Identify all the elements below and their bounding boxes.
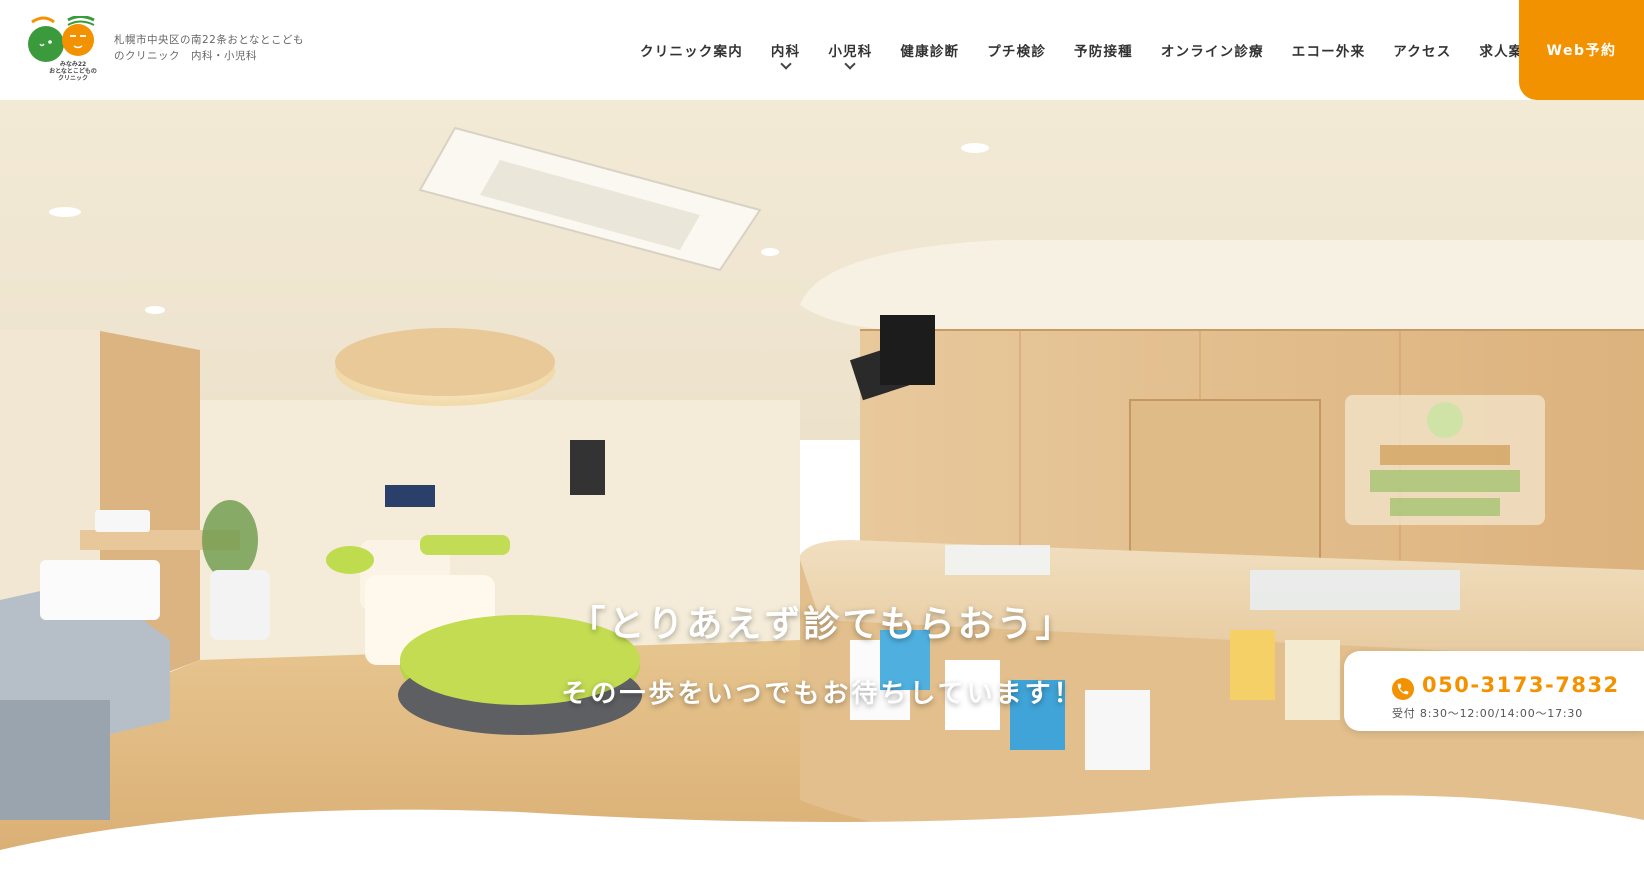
nav-label: 健康診断 xyxy=(900,44,960,60)
logo-caption: みなみ22 おとなとこどもの クリニック xyxy=(46,61,100,82)
nav-label: エコー外来 xyxy=(1291,44,1366,60)
nav-label: プチ検診 xyxy=(987,44,1047,60)
logo-caption-line: みなみ22 xyxy=(59,61,87,68)
nav-pediatrics[interactable]: 小児科 xyxy=(828,40,873,70)
nav-label: クリニック案内 xyxy=(640,44,743,60)
clinic-interior-photo xyxy=(0,100,1644,870)
site-header: みなみ22 おとなとこどもの クリニック 札幌市中央区の南22条おとなとこども … xyxy=(0,0,1644,100)
nav-clinic-info[interactable]: クリニック案内 xyxy=(640,40,743,60)
hero-catch-main: 「とりあえず診てもらおう」 xyxy=(569,604,1075,645)
nav-vaccination[interactable]: 予防接種 xyxy=(1074,40,1133,60)
nav-petit-checkup[interactable]: プチ検診 xyxy=(987,40,1046,60)
phone-number[interactable]: 050-3173-7832 xyxy=(1422,673,1620,697)
reception-hours: 受付 8:30〜12:00/14:00〜17:30 xyxy=(1392,707,1584,720)
logo-caption-line: クリニック xyxy=(57,75,88,82)
nav-label: オンライン診療 xyxy=(1160,44,1264,60)
tagline-line-2: のクリニック 内科・小児科 xyxy=(114,50,257,62)
nav-access[interactable]: アクセス xyxy=(1393,40,1451,60)
nav-label: 予防接種 xyxy=(1074,44,1133,60)
phone-contact-box[interactable]: 050-3173-7832 受付 8:30〜12:00/14:00〜17:30 xyxy=(1344,651,1644,731)
nav-label: 小児科 xyxy=(828,44,873,60)
nav-echo-outpatient[interactable]: エコー外来 xyxy=(1292,40,1366,60)
nav-health-checkup[interactable]: 健康診断 xyxy=(900,40,959,60)
web-reservation-button[interactable]: Web予約 xyxy=(1519,0,1644,100)
hero-section: 「とりあえず診てもらおう」 その一歩をいつでもお待ちしています！ 050-317… xyxy=(0,100,1644,870)
chevron-down-icon[interactable] xyxy=(844,58,857,70)
nav-online-consultation[interactable]: オンライン診療 xyxy=(1161,40,1264,60)
logo-caption-line: おとなとこどもの xyxy=(49,68,97,75)
tagline-line-1: 札幌市中央区の南22条おとなとこども xyxy=(114,34,305,46)
nav-internal-medicine[interactable]: 内科 xyxy=(771,40,800,70)
phone-icon xyxy=(1392,678,1414,700)
global-nav: クリニック案内 内科 小児科 健康診断 プチ検診 予防接種 オンライン診療 エコ… xyxy=(640,40,1566,70)
nav-label: アクセス xyxy=(1393,44,1452,60)
site-tagline: 札幌市中央区の南22条おとなとこども のクリニック 内科・小児科 xyxy=(114,32,314,64)
chevron-down-icon[interactable] xyxy=(779,58,792,70)
